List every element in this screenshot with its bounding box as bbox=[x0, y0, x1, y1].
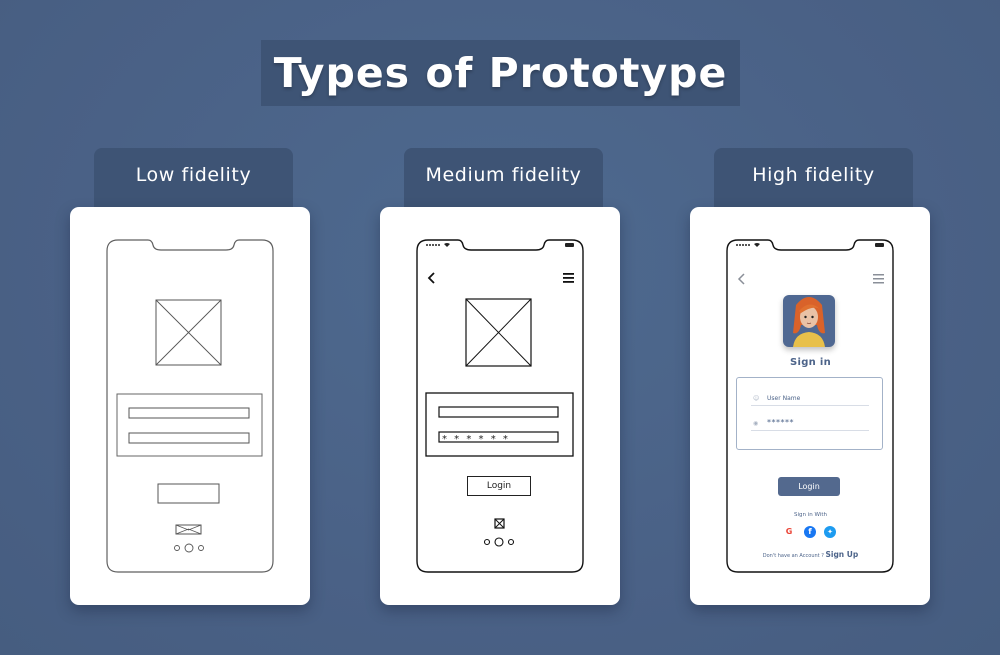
close-box-icon bbox=[494, 518, 505, 529]
username-field bbox=[438, 406, 559, 418]
avatar-illustration bbox=[793, 297, 825, 347]
lock-icon: ◉ bbox=[753, 420, 759, 427]
phone-sketch bbox=[106, 239, 275, 573]
battery-icon bbox=[875, 243, 884, 247]
username-placeholder: User Name bbox=[767, 395, 801, 402]
user-icon: ☺ bbox=[753, 395, 760, 402]
button-sketch bbox=[157, 483, 220, 504]
sign-in-heading: Sign in bbox=[789, 357, 832, 368]
login-form-box bbox=[425, 392, 574, 457]
form-sketch bbox=[116, 393, 263, 457]
card-low-fidelity bbox=[70, 207, 310, 605]
card-high-fidelity: Sign in ☺ User Name ◉ ****** Login Sign … bbox=[690, 207, 930, 605]
twitter-icon[interactable]: ✦ bbox=[824, 526, 836, 538]
password-field-sketch bbox=[128, 432, 250, 444]
sign-in-with-label: Sign in With bbox=[794, 512, 827, 518]
battery-icon bbox=[565, 243, 574, 247]
image-placeholder-icon bbox=[155, 299, 222, 366]
wifi-icon bbox=[754, 243, 760, 247]
sign-up-link[interactable]: Sign Up bbox=[825, 550, 858, 559]
chevron-left-icon[interactable] bbox=[737, 273, 747, 285]
card-medium-fidelity: * * * * * * Login bbox=[380, 207, 620, 605]
password-value: ****** bbox=[767, 418, 794, 427]
facebook-icon[interactable]: f bbox=[804, 526, 816, 538]
mail-icon bbox=[175, 524, 202, 535]
username-field[interactable]: ☺ User Name bbox=[751, 392, 869, 406]
phone-high-fidelity: Sign in ☺ User Name ◉ ****** Login Sign … bbox=[726, 239, 895, 573]
login-button[interactable]: Login bbox=[778, 477, 840, 496]
signal-icon bbox=[426, 244, 440, 246]
wifi-icon bbox=[444, 243, 450, 247]
google-icon[interactable]: G bbox=[783, 526, 795, 538]
signal-icon bbox=[736, 244, 750, 246]
title-banner: Types of Prototype bbox=[261, 40, 740, 106]
username-field-sketch bbox=[128, 407, 250, 419]
pager-dots bbox=[174, 543, 204, 553]
login-button[interactable]: Login bbox=[467, 476, 531, 496]
image-placeholder-icon bbox=[465, 298, 532, 367]
pager-dots bbox=[483, 537, 515, 547]
hamburger-menu-icon[interactable] bbox=[873, 274, 884, 284]
sign-up-prompt: Don't have an Account ? Sign Up bbox=[726, 550, 895, 559]
phone-wireframe: * * * * * * Login bbox=[416, 239, 585, 573]
password-value[interactable]: * * * * * * bbox=[442, 434, 510, 445]
password-field[interactable]: ◉ ****** bbox=[751, 417, 869, 431]
hamburger-menu-icon[interactable] bbox=[563, 273, 574, 283]
avatar bbox=[783, 295, 835, 347]
login-form: ☺ User Name ◉ ****** bbox=[736, 377, 883, 450]
page-title: Types of Prototype bbox=[273, 49, 728, 97]
chevron-left-icon[interactable] bbox=[427, 272, 437, 284]
no-account-text: Don't have an Account ? bbox=[762, 553, 824, 559]
